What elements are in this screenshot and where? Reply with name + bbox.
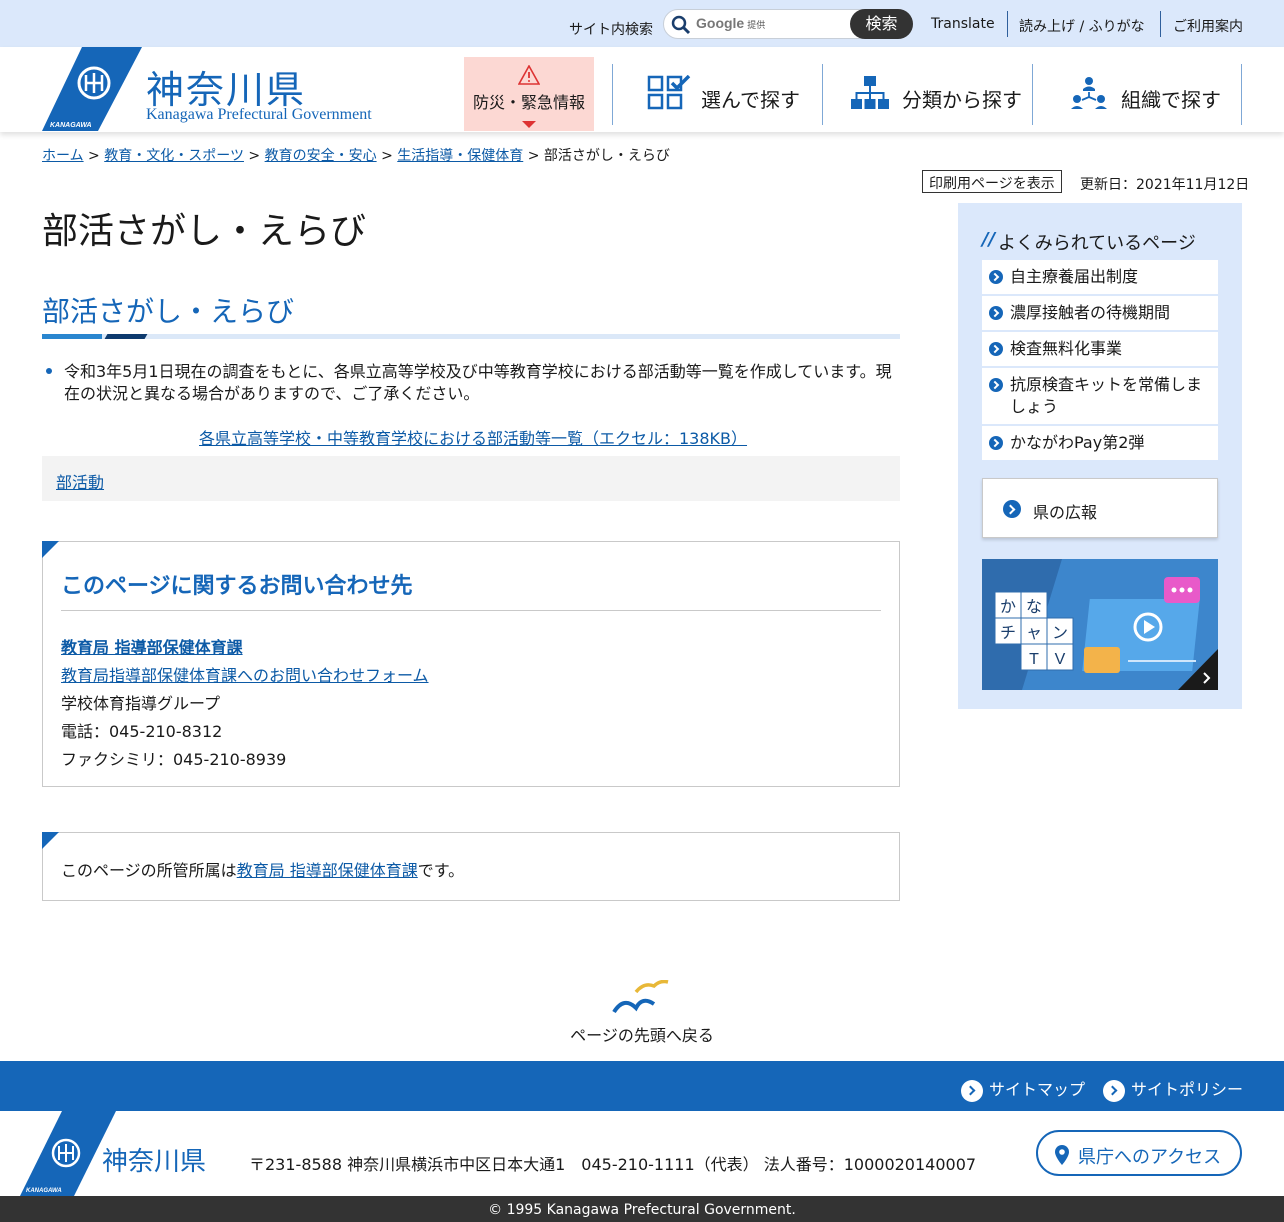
updated-date: 更新日：2021年11月12日 <box>1080 177 1250 193</box>
owner-box: このページの所管所属は教育局 指導部保健体育課です。 <box>42 832 900 901</box>
tag-link[interactable]: 部活動 <box>56 469 104 493</box>
tag-box: 部活動 <box>42 456 900 501</box>
contact-tel: 電話：045-210-8312 <box>61 722 223 741</box>
svg-text:ン: ン <box>1052 623 1068 642</box>
excel-download-link[interactable]: 各県立高等学校・中等教育学校における部活動等一覧（エクセル：138KB） <box>199 425 747 449</box>
contact-dept-link[interactable]: 教育局 指導部保健体育課 <box>61 634 243 658</box>
site-search-label: サイト内検索 <box>569 22 653 38</box>
logo-text-en[interactable]: Kanagawa Prefectural Government <box>146 106 372 124</box>
popular-page-item[interactable]: 抗原検査キットを常備しましょう <box>982 368 1218 424</box>
sidebar: // よくみられているページ 自主療養届出制度 濃厚接触者の待機期間 検査無料化… <box>958 203 1242 709</box>
caret-down-icon <box>522 121 536 128</box>
emergency-info-button[interactable]: 防災・緊急情報 <box>464 57 594 131</box>
nav-label: 選んで探す <box>701 88 800 112</box>
checklist-icon <box>647 75 691 110</box>
divider <box>612 64 613 125</box>
footer: KANAGAWA 神奈川県 〒231-8588 神奈川県横浜市中区日本大通1 0… <box>0 1111 1284 1196</box>
contact-box: このページに関するお問い合わせ先 教育局 指導部保健体育課 教育局指導部保健体育… <box>42 541 900 787</box>
page-title: 部活さがし・えらび <box>42 211 367 252</box>
contact-form-link[interactable]: 教育局指導部保健体育課へのお問い合わせフォーム <box>61 662 429 686</box>
translate-link[interactable]: Translate <box>931 16 995 32</box>
warning-icon <box>518 65 540 85</box>
tv-banner-graphic: か な チ ャ ン T V <box>994 559 1218 690</box>
site-policy-link[interactable]: サイトポリシー <box>1103 1076 1243 1102</box>
kanachan-tv-banner[interactable]: か な チ ャ ン T V <box>982 559 1218 690</box>
emergency-label: 防災・緊急情報 <box>472 93 585 112</box>
access-button[interactable]: 県庁へのアクセス <box>1036 1130 1242 1176</box>
chevron-right-icon <box>989 378 1003 392</box>
svg-text:か: か <box>1000 597 1016 616</box>
svg-text:V: V <box>1055 651 1066 668</box>
nav-select-search[interactable]: 選んで探す <box>647 71 817 119</box>
chevron-right-icon <box>989 270 1003 284</box>
corner-mark <box>42 541 59 558</box>
nav-category-search[interactable]: 分類から探す <box>850 71 1022 119</box>
owner-dept-link[interactable]: 教育局 指導部保健体育課 <box>237 861 418 880</box>
bullet-icon <box>46 368 52 374</box>
search-button[interactable]: 検索 <box>850 9 913 39</box>
sidebar-heading: よくみられているページ <box>998 233 1196 254</box>
divider <box>1032 64 1033 125</box>
chevron-right-icon <box>989 342 1003 356</box>
slash-icon: // <box>982 229 996 250</box>
popular-page-item[interactable]: 自主療養届出制度 <box>982 260 1218 294</box>
divider <box>1241 64 1242 125</box>
print-page-button[interactable]: 印刷用ページを表示 <box>922 170 1062 193</box>
nav-organization-search[interactable]: 組織で探す <box>1071 71 1221 119</box>
breadcrumb: ホーム > 教育・文化・スポーツ > 教育の安全・安心 > 生活指導・保健体育 … <box>42 148 670 164</box>
nav-label: 分類から探す <box>902 88 1022 112</box>
search-icon <box>671 15 691 35</box>
divider <box>61 610 881 611</box>
divider <box>1160 11 1161 37</box>
svg-text:KANAGAWA: KANAGAWA <box>26 1188 62 1194</box>
pref-pr-button[interactable]: 県の広報 <box>982 478 1218 538</box>
organization-icon <box>1071 77 1107 109</box>
breadcrumb-current: 部活さがし・えらび <box>543 148 670 164</box>
footer-address: 〒231-8588 神奈川県横浜市中区日本大通1 045-210-1111（代表… <box>249 1155 977 1174</box>
footer-links-bar: サイトマップ サイトポリシー <box>0 1061 1284 1111</box>
notice-text: 令和3年5月1日現在の調査をもとに、各県立高等学校及び中等教育学校における部活動… <box>64 362 892 403</box>
breadcrumb-education[interactable]: 教育・文化・スポーツ <box>104 148 244 164</box>
chevron-right-icon <box>989 436 1003 450</box>
popular-page-item[interactable]: かながわPay第2弾 <box>982 426 1218 460</box>
hierarchy-icon <box>851 76 889 109</box>
popular-page-item[interactable]: 濃厚接触者の待機期間 <box>982 296 1218 330</box>
breadcrumb-home[interactable]: ホーム <box>42 148 84 164</box>
svg-text:T: T <box>1029 651 1039 668</box>
google-label: Google 提供 <box>696 15 766 31</box>
copyright: © 1995 Kanagawa Prefectural Government. <box>0 1196 1284 1222</box>
chevron-right-icon <box>989 306 1003 320</box>
popular-page-item[interactable]: 検査無料化事業 <box>982 332 1218 366</box>
svg-text:な: な <box>1026 597 1042 616</box>
readaloud-link[interactable]: 読み上げ / ふりがな <box>1019 16 1145 36</box>
svg-text:ャ: ャ <box>1026 623 1042 642</box>
svg-text:チ: チ <box>1000 623 1016 642</box>
divider <box>822 64 823 125</box>
chevron-right-icon <box>961 1079 983 1102</box>
chevron-right-icon <box>1003 500 1021 518</box>
chevron-right-icon <box>1103 1079 1125 1102</box>
corner-mark <box>42 832 59 849</box>
section-heading: 部活さがし・えらび <box>42 295 295 328</box>
seagull-icon <box>612 980 669 1014</box>
svg-text:KANAGAWA: KANAGAWA <box>50 122 92 129</box>
heading-underline <box>42 334 900 339</box>
kanagawa-logo-icon[interactable]: KANAGAWA <box>42 47 142 131</box>
guide-link[interactable]: ご利用案内 <box>1173 16 1243 36</box>
divider <box>1007 11 1008 37</box>
breadcrumb-safety[interactable]: 教育の安全・安心 <box>265 148 377 164</box>
site-header: KANAGAWA 神奈川県 Kanagawa Prefectural Gover… <box>0 47 1284 132</box>
breadcrumb-pe[interactable]: 生活指導・保健体育 <box>397 148 523 164</box>
contact-heading: このページに関するお問い合わせ先 <box>61 574 413 599</box>
top-utility-bar: サイト内検索 Google 提供 検索 Translate 読み上げ / ふりがな… <box>0 0 1284 47</box>
footer-logo-text: 神奈川県 <box>102 1147 207 1177</box>
sitemap-link[interactable]: サイトマップ <box>961 1076 1085 1102</box>
nav-label: 組織で探す <box>1121 88 1221 112</box>
owner-text: このページの所管所属は教育局 指導部保健体育課です。 <box>61 861 465 880</box>
map-pin-icon <box>1055 1145 1069 1165</box>
contact-fax: ファクシミリ：045-210-8939 <box>61 750 287 769</box>
contact-group: 学校体育指導グループ <box>61 694 221 713</box>
